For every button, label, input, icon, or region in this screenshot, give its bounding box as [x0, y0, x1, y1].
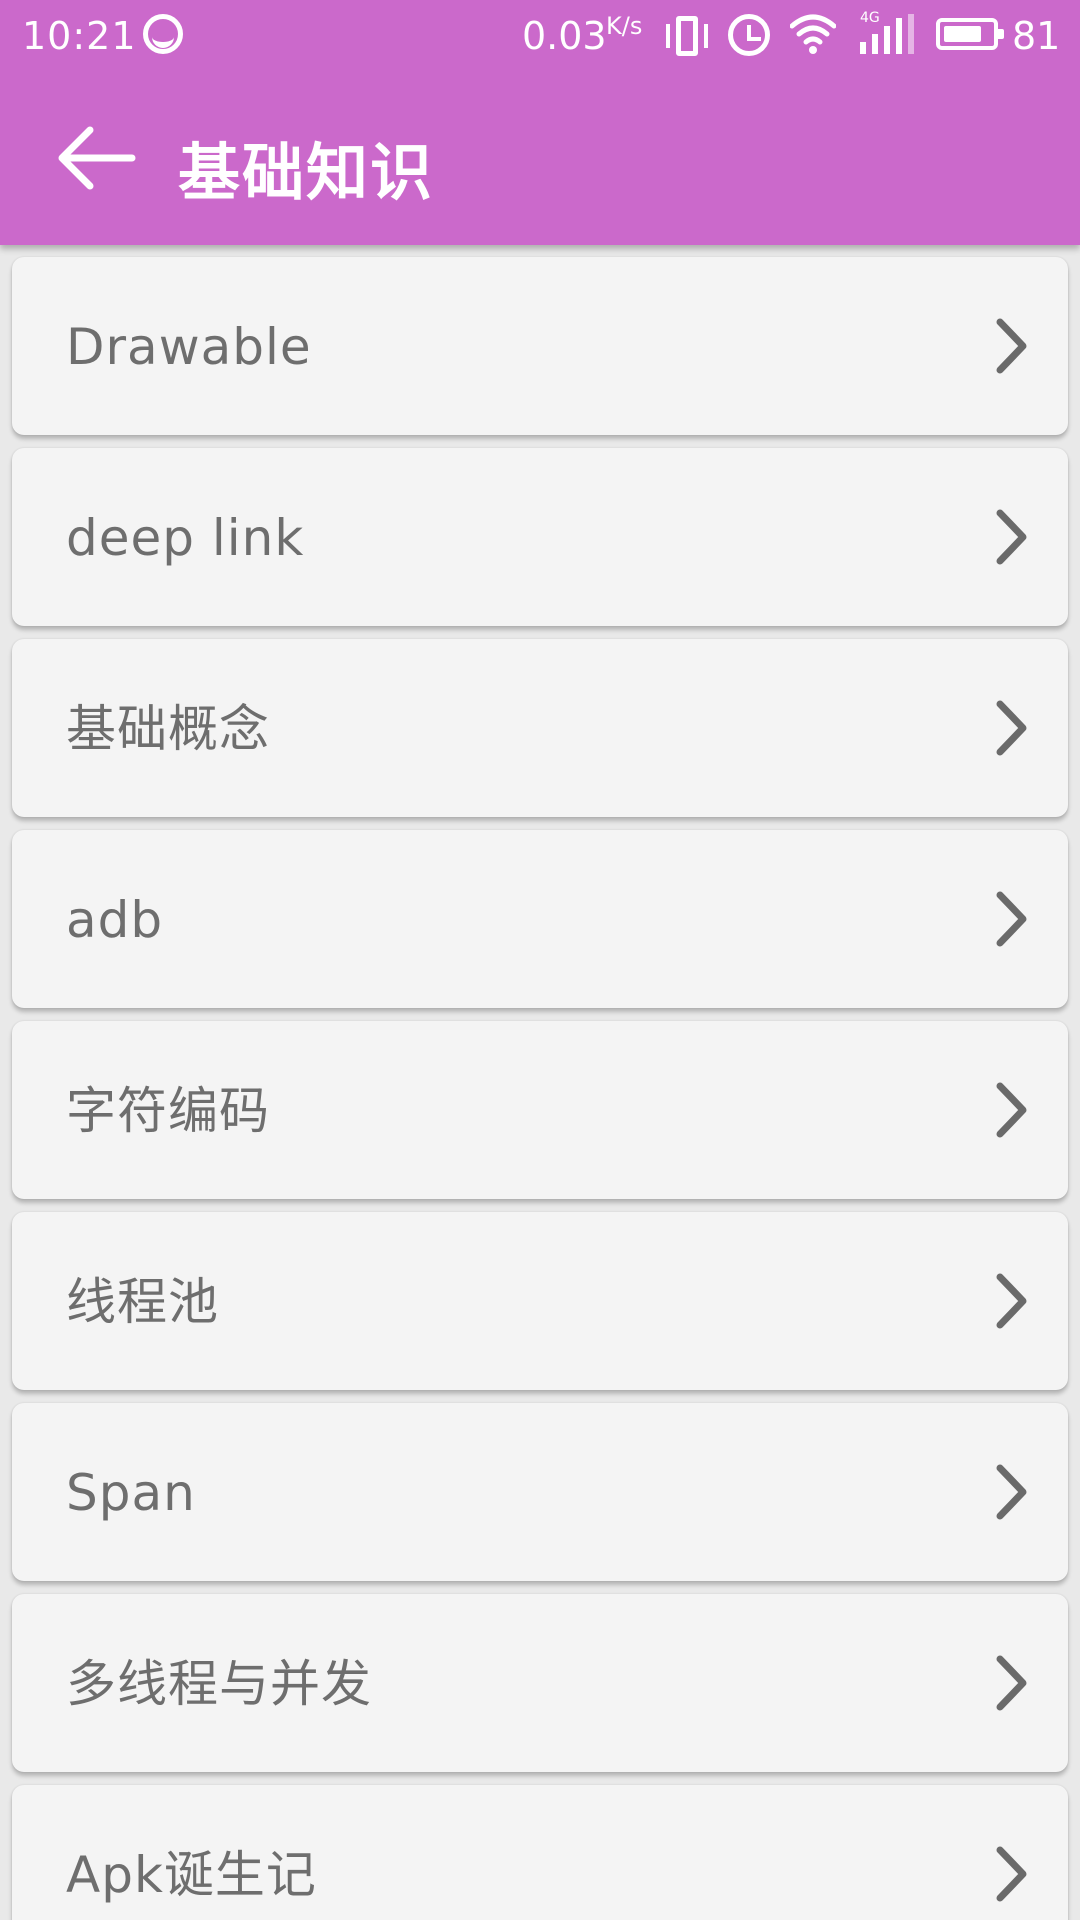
network-speed: 0.03 — [522, 14, 607, 58]
list-item-label: 线程池 — [66, 1273, 219, 1331]
signal-label: 4G — [860, 10, 880, 26]
list-item-label: 基础概念 — [66, 700, 270, 758]
status-time: 10:21 — [22, 14, 137, 58]
chevron-right-icon — [996, 509, 1027, 565]
list-item-label: Span — [66, 1464, 196, 1522]
list-item-label: adb — [66, 891, 164, 949]
page-title: 基础知识 — [178, 136, 435, 209]
arrow-left-icon — [58, 126, 136, 190]
list-item[interactable]: 字符编码 — [12, 1021, 1068, 1199]
signal-icon: 4G — [858, 10, 914, 54]
chevron-right-icon — [996, 700, 1027, 756]
status-bar: 10:21 0.03 K/s 4G 81 — [0, 0, 1080, 70]
list-item[interactable]: 基础概念 — [12, 639, 1068, 817]
list-item-label: Drawable — [66, 318, 312, 376]
list-item[interactable]: Drawable — [12, 257, 1068, 435]
list-item[interactable]: adb — [12, 830, 1068, 1008]
back-button[interactable] — [52, 110, 148, 206]
list-item-label: deep link — [66, 509, 305, 567]
list-item[interactable]: Apk诞生记 — [12, 1785, 1068, 1920]
battery-level: 81 — [1012, 14, 1061, 58]
battery-fill — [944, 26, 981, 42]
list-item[interactable]: Span — [12, 1403, 1068, 1581]
chevron-right-icon — [996, 1273, 1027, 1329]
list-item[interactable]: deep link — [12, 448, 1068, 626]
wifi-icon — [789, 12, 837, 56]
messenger-icon — [143, 14, 183, 54]
list-item-label: 多线程与并发 — [66, 1655, 372, 1713]
app-bar: 10:21 0.03 K/s 4G 81 基础知识 — [0, 0, 1080, 245]
chevron-right-icon — [996, 891, 1027, 947]
chevron-right-icon — [996, 1655, 1027, 1711]
topic-list: Drawable deep link 基础概念 adb 字符编码线程池 Span 多线程与并… — [0, 245, 1080, 1920]
chevron-right-icon — [996, 1464, 1027, 1520]
list-item[interactable]: 多线程与并发 — [12, 1594, 1068, 1772]
list-item[interactable]: 线程池 — [12, 1212, 1068, 1390]
network-speed-unit: K/s — [606, 12, 643, 40]
vibrate-icon — [666, 16, 708, 56]
toolbar: 基础知识 — [0, 70, 1080, 245]
chevron-right-icon — [996, 1082, 1027, 1138]
list-item-label: 字符编码 — [66, 1082, 270, 1140]
list-item-label: Apk诞生记 — [66, 1846, 317, 1904]
alarm-icon — [728, 14, 770, 56]
battery-icon — [936, 18, 1004, 50]
chevron-right-icon — [996, 1846, 1027, 1902]
chevron-right-icon — [996, 318, 1027, 374]
